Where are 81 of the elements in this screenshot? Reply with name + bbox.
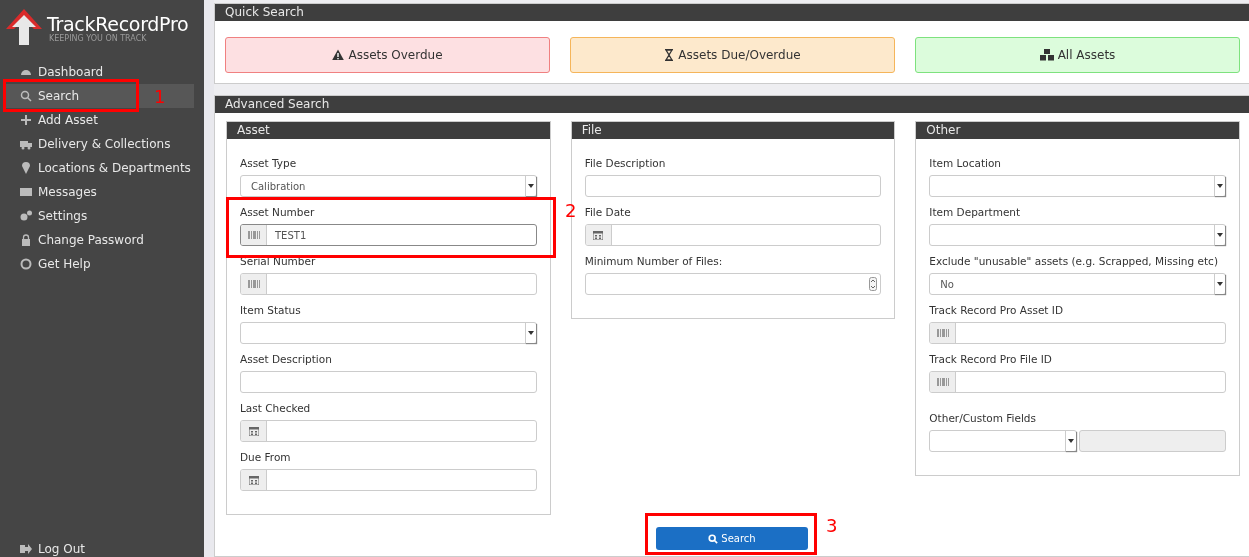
field-label: Minimum Number of Files: bbox=[584, 254, 724, 268]
field-label: File Description bbox=[584, 156, 667, 170]
dropdown[interactable] bbox=[929, 175, 1226, 197]
step-number: 1 bbox=[154, 86, 166, 107]
caret-icon bbox=[527, 184, 534, 188]
brand-tagline: KEEPING YOU ON TRACK bbox=[49, 34, 148, 43]
step-number: 3 bbox=[826, 515, 838, 536]
barcode-icon bbox=[247, 231, 260, 239]
barcode-icon bbox=[936, 329, 949, 337]
search-icon bbox=[708, 533, 719, 544]
warning-icon bbox=[332, 49, 345, 61]
number-field[interactable] bbox=[584, 273, 882, 295]
envelope-icon bbox=[20, 186, 32, 198]
input-field[interactable] bbox=[240, 371, 537, 393]
caret-icon bbox=[1217, 184, 1223, 188]
sidebar-item[interactable]: Messages bbox=[0, 180, 194, 204]
brand-name: TrackRecordPro bbox=[47, 14, 189, 34]
section-header: Other bbox=[916, 122, 1239, 139]
panel-header: Quick Search bbox=[215, 4, 1249, 21]
caret-icon bbox=[1217, 282, 1223, 286]
input-field[interactable]: TEST1 bbox=[240, 224, 537, 246]
lifebuoy-icon bbox=[20, 258, 32, 270]
field-label: Track Record Pro Asset ID bbox=[929, 303, 1064, 317]
sidebar-item[interactable]: Get Help bbox=[0, 252, 194, 276]
field-label: Due From bbox=[240, 450, 292, 464]
dropdown[interactable] bbox=[240, 322, 537, 344]
field-label: Last Checked bbox=[240, 401, 312, 415]
field-label: Asset Type bbox=[240, 156, 298, 170]
sidebar-item[interactable]: Add Asset bbox=[0, 108, 194, 132]
barcode-icon bbox=[247, 280, 260, 288]
search-button[interactable]: Search bbox=[656, 527, 808, 550]
step-number: 2 bbox=[565, 200, 577, 221]
dropdown[interactable] bbox=[929, 224, 1226, 246]
field-label: Item Status bbox=[240, 303, 302, 317]
pin-icon bbox=[20, 162, 32, 174]
dropdown[interactable] bbox=[929, 430, 1078, 452]
plus-icon bbox=[20, 114, 32, 126]
caret-icon bbox=[1068, 439, 1075, 443]
barcode-icon bbox=[936, 378, 949, 386]
caret-icon bbox=[1217, 233, 1223, 237]
field-label: Exclude "unusable" assets (e.g. Scrapped, Missing etc) bbox=[929, 254, 1219, 268]
search-icon bbox=[20, 90, 32, 102]
quick-search-button[interactable]: Assets Overdue bbox=[225, 37, 550, 73]
dropdown[interactable]: Calibration bbox=[240, 175, 537, 197]
section-header: File bbox=[571, 122, 895, 139]
input-field[interactable] bbox=[240, 273, 537, 295]
section-header: Asset bbox=[227, 122, 550, 139]
field-label: Asset Number bbox=[240, 205, 316, 219]
logout-icon bbox=[20, 543, 32, 555]
input-field[interactable] bbox=[240, 469, 537, 491]
panel-header: Advanced Search bbox=[215, 96, 1249, 113]
dropdown[interactable]: No bbox=[929, 273, 1226, 295]
logout-link[interactable]: Log Out bbox=[0, 537, 194, 557]
spinner-icon bbox=[869, 277, 878, 291]
calendar-icon bbox=[248, 475, 259, 485]
field-label: Item Department bbox=[929, 205, 1022, 219]
sidebar-item[interactable]: Dashboard bbox=[0, 60, 194, 84]
lock-icon bbox=[20, 234, 32, 246]
sidebar-item[interactable]: Settings bbox=[0, 204, 194, 228]
calendar-icon bbox=[593, 230, 604, 240]
hourglass-icon bbox=[664, 49, 675, 61]
input-field[interactable] bbox=[240, 420, 537, 442]
field-label: File Date bbox=[584, 205, 632, 219]
truck-icon bbox=[20, 138, 32, 150]
input-field[interactable] bbox=[584, 224, 882, 246]
input-field[interactable] bbox=[584, 175, 882, 197]
field-label: Asset Description bbox=[240, 352, 333, 366]
caret-icon bbox=[527, 331, 534, 335]
sidebar-item[interactable]: Delivery & Collections bbox=[0, 132, 194, 156]
input-field[interactable] bbox=[929, 322, 1226, 344]
field-label: Other/Custom Fields bbox=[929, 411, 1037, 425]
sidebar-item[interactable]: Locations & Departments bbox=[0, 156, 194, 180]
quick-search-button[interactable]: All Assets bbox=[915, 37, 1240, 73]
input-field[interactable] bbox=[929, 371, 1226, 393]
field-label: Track Record Pro File ID bbox=[929, 352, 1053, 366]
calendar-icon bbox=[248, 426, 259, 436]
sidebar-item[interactable]: Change Password bbox=[0, 228, 194, 252]
quick-search-button[interactable]: Assets Due/Overdue bbox=[570, 37, 895, 73]
cubes-icon bbox=[1039, 49, 1054, 61]
field-label: Item Location bbox=[929, 156, 1002, 170]
gear-icon bbox=[20, 210, 32, 222]
